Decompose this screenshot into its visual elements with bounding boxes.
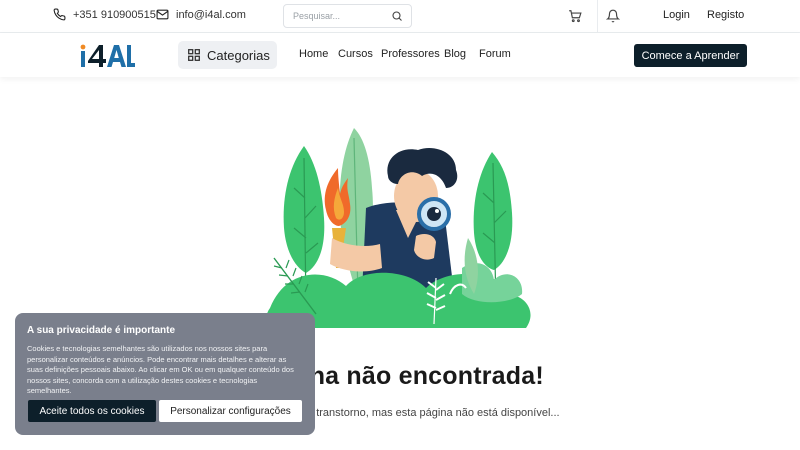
phone-contact[interactable]: +351 910900515 — [53, 8, 156, 21]
login-link[interactable]: Login — [663, 9, 690, 21]
cart-icon[interactable] — [568, 9, 582, 23]
categories-label: Categorias — [207, 47, 270, 63]
email-contact[interactable]: info@i4al.com — [156, 8, 246, 21]
top-bar: +351 910900515 info@i4al.com Login Regis… — [0, 0, 800, 33]
start-learning-button[interactable]: Comece a Aprender — [634, 44, 747, 67]
phone-number: +351 910900515 — [73, 8, 156, 21]
i4al-logo[interactable] — [79, 40, 135, 70]
email-address: info@i4al.com — [176, 8, 246, 21]
topbar-divider — [597, 0, 598, 33]
accept-cookies-button[interactable]: Aceite todos os cookies — [28, 400, 156, 422]
not-found-illustration — [266, 128, 531, 328]
nav-blog[interactable]: Blog — [444, 48, 466, 60]
bell-icon[interactable] — [606, 9, 620, 23]
mail-icon — [156, 9, 169, 20]
grid-icon — [188, 49, 200, 61]
cookie-consent-banner: A sua privacidade é importante Cookies e… — [15, 313, 315, 435]
register-link[interactable]: Registo — [707, 9, 744, 21]
phone-icon — [53, 8, 66, 21]
cookie-title: A sua privacidade é importante — [27, 325, 176, 336]
nav-home[interactable]: Home — [299, 48, 328, 60]
nav-teachers[interactable]: Professores — [381, 48, 440, 60]
search-box[interactable] — [283, 4, 412, 28]
nav-courses[interactable]: Cursos — [338, 48, 373, 60]
customize-cookies-button[interactable]: Personalizar configurações — [159, 400, 302, 422]
cookie-body: Cookies e tecnologias semelhantes são ut… — [27, 344, 294, 395]
nav-forum[interactable]: Forum — [479, 48, 511, 60]
search-icon[interactable] — [391, 10, 403, 22]
search-input[interactable] — [293, 11, 383, 21]
main-navbar: Categorias Home Cursos Professores Blog … — [0, 33, 800, 77]
categories-button[interactable]: Categorias — [178, 41, 277, 69]
